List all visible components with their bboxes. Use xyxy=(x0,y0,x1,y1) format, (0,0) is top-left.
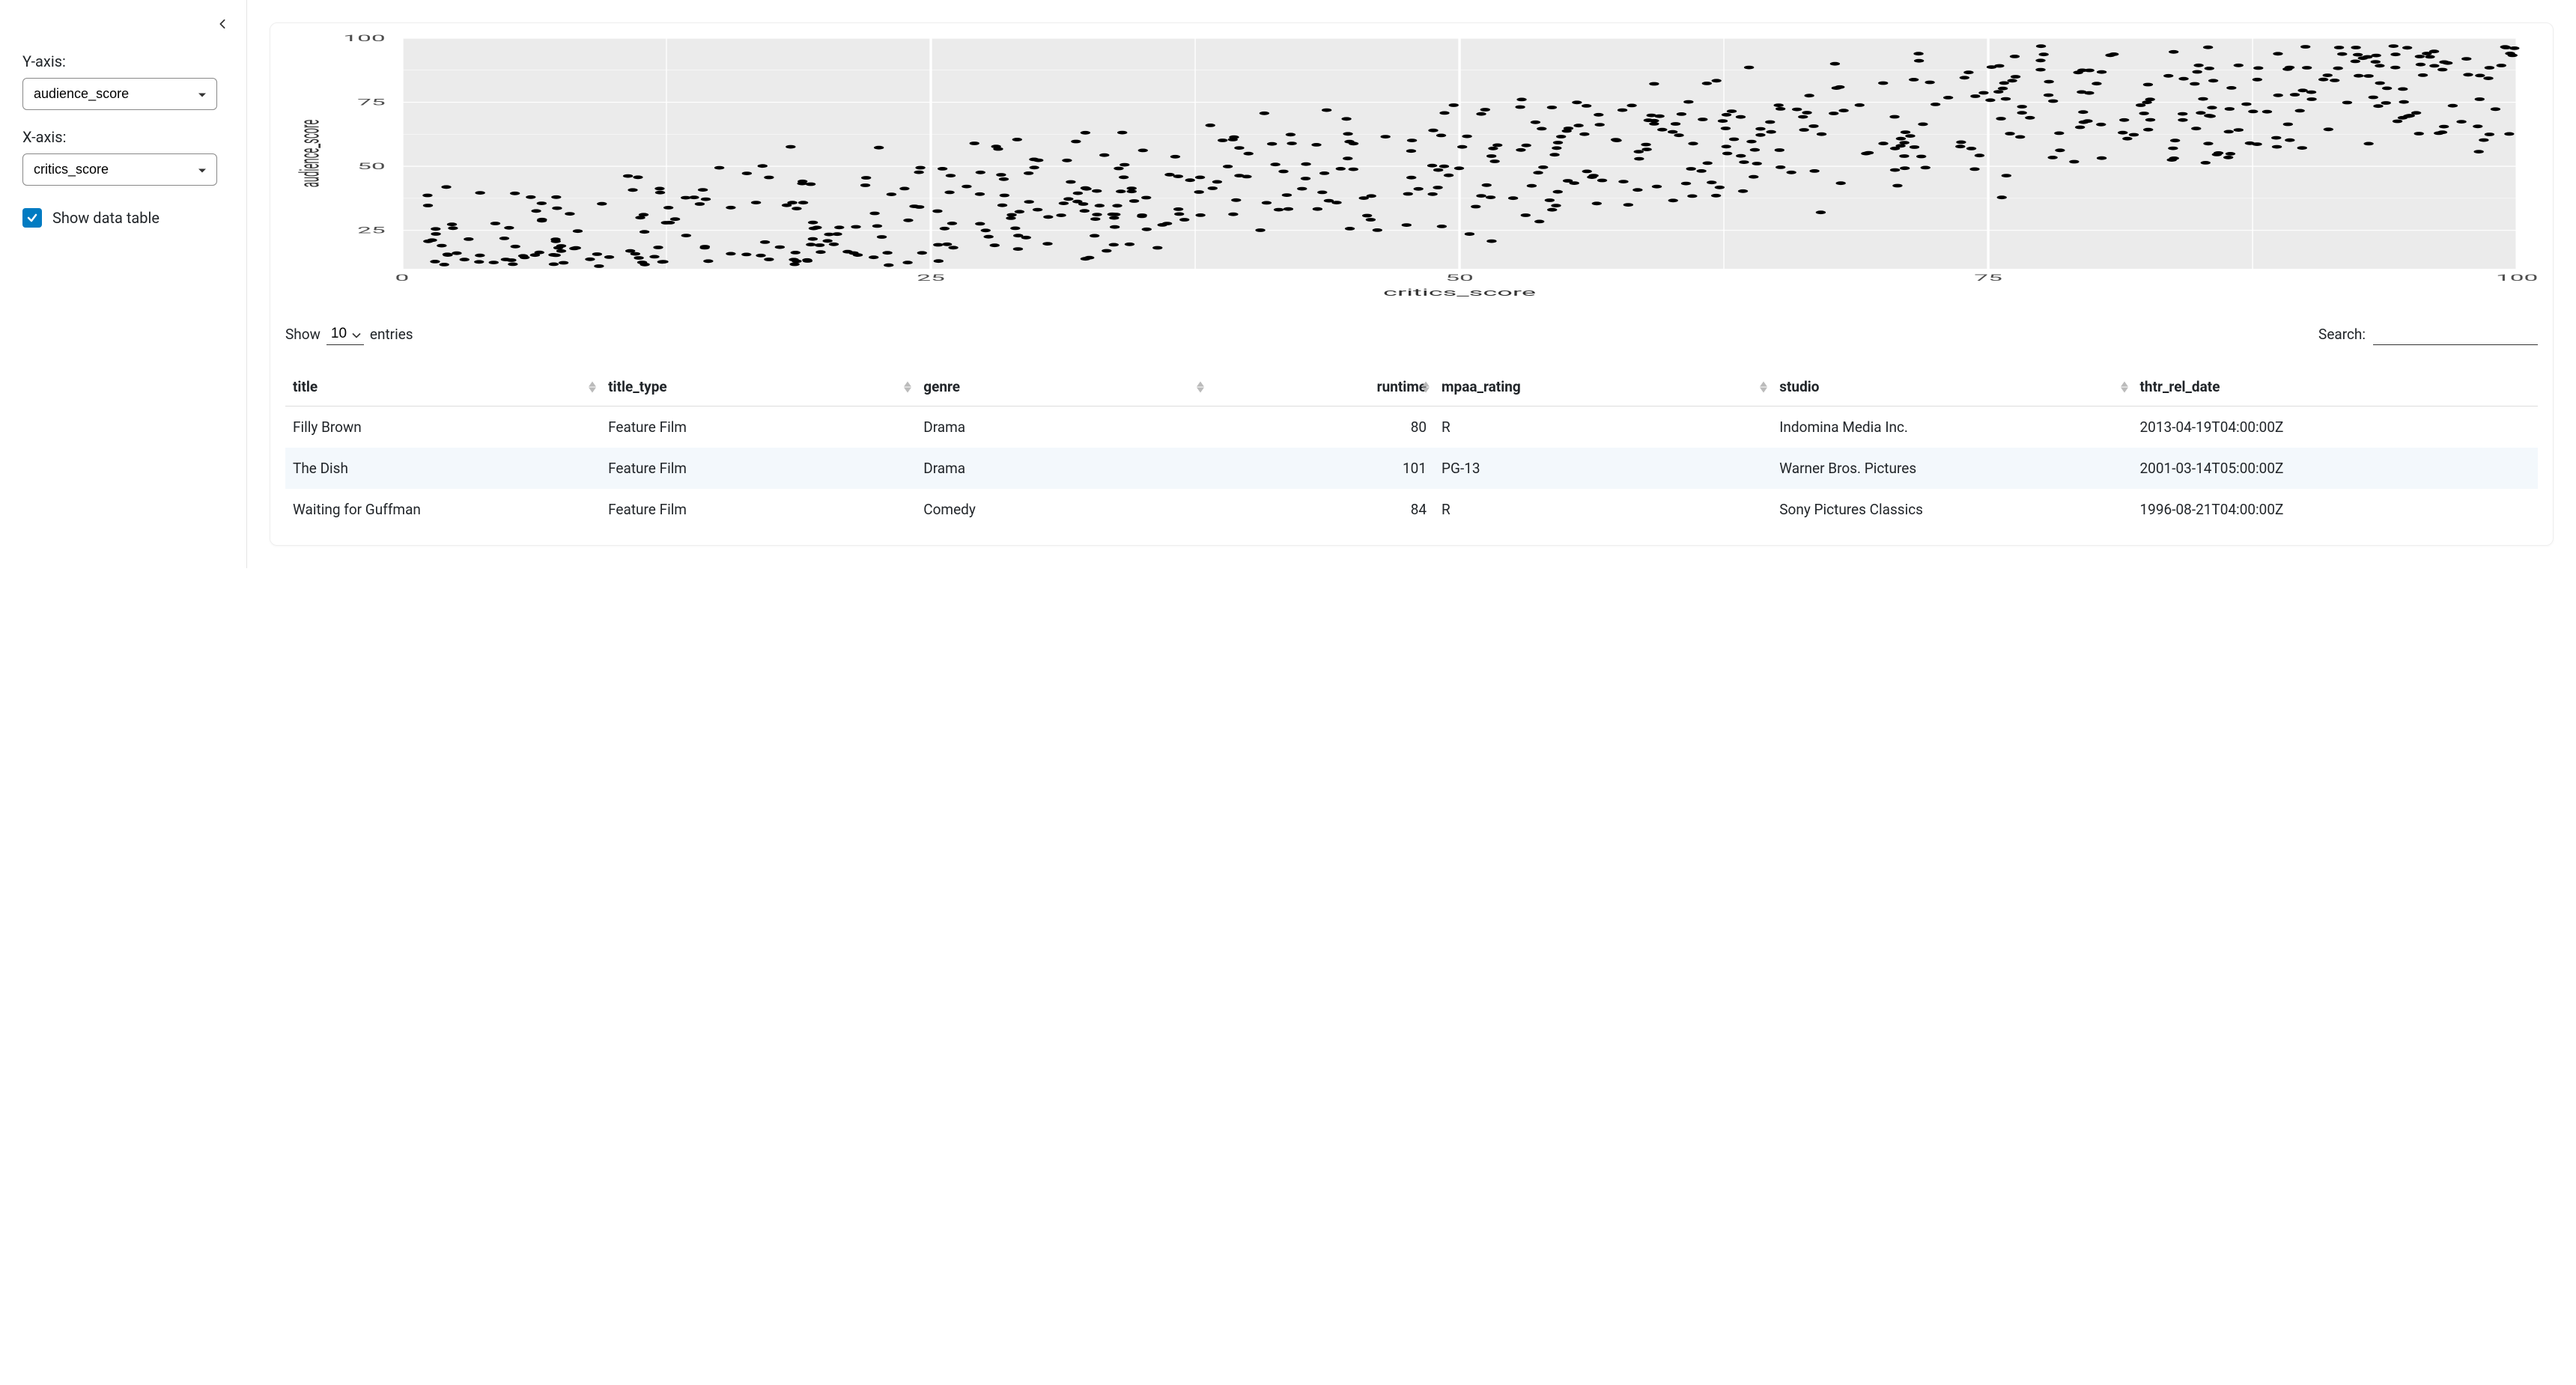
cell-title_type: Feature Film xyxy=(601,489,916,530)
cell-thtr_rel_date: 2013-04-19T04:00:00Z xyxy=(2133,407,2539,448)
cell-studio: Sony Pictures Classics xyxy=(1772,489,2132,530)
column-header-runtime[interactable]: runtime xyxy=(1209,368,1434,407)
dt-search-input[interactable] xyxy=(2373,323,2538,345)
column-header-mpaa_rating[interactable]: mpaa_rating xyxy=(1434,368,1772,407)
cell-genre: Drama xyxy=(916,407,1209,448)
cell-title_type: Feature Film xyxy=(601,407,916,448)
column-header-genre[interactable]: genre xyxy=(916,368,1209,407)
sort-icon xyxy=(904,381,911,392)
cell-title_type: Feature Film xyxy=(601,448,916,489)
show-table-checkbox[interactable] xyxy=(22,208,42,228)
sort-icon xyxy=(1422,381,1430,392)
cell-genre: Comedy xyxy=(916,489,1209,530)
svg-text:critics_score: critics_score xyxy=(1383,287,1536,298)
show-table-group: Show data table xyxy=(22,208,224,228)
x-axis-group: X-axis: xyxy=(22,128,224,186)
table-row: The DishFeature FilmDrama101PG-13Warner … xyxy=(285,448,2538,489)
dt-length-select[interactable]: 10 xyxy=(326,323,364,345)
data-table: titletitle_typegenreruntimempaa_ratingst… xyxy=(285,368,2538,530)
datatable-search: Search: xyxy=(2318,323,2538,345)
cell-mpaa_rating: PG-13 xyxy=(1434,448,1772,489)
sort-icon xyxy=(1760,381,1767,392)
cell-studio: Warner Bros. Pictures xyxy=(1772,448,2132,489)
cell-title: Waiting for Guffman xyxy=(285,489,601,530)
datatable-controls: Show 10 entries Search: xyxy=(285,323,2538,345)
cell-thtr_rel_date: 1996-08-21T04:00:00Z xyxy=(2133,489,2539,530)
sidebar: Y-axis: X-axis: Show data table xyxy=(0,0,247,568)
column-header-title_type[interactable]: title_type xyxy=(601,368,916,407)
svg-text:25: 25 xyxy=(357,225,386,236)
sort-icon xyxy=(589,381,596,392)
column-header-studio[interactable]: studio xyxy=(1772,368,2132,407)
cell-studio: Indomina Media Inc. xyxy=(1772,407,2132,448)
datatable-length: Show 10 entries xyxy=(285,323,413,345)
y-axis-group: Y-axis: xyxy=(22,52,224,110)
output-card: 0 25 50 75 100 25 50 75 100 critics_score audience… xyxy=(270,22,2554,546)
svg-text:75: 75 xyxy=(357,97,386,108)
svg-text:50: 50 xyxy=(1445,273,1474,283)
cell-thtr_rel_date: 2001-03-14T05:00:00Z xyxy=(2133,448,2539,489)
table-row: Waiting for GuffmanFeature FilmComedy84R… xyxy=(285,489,2538,530)
x-axis-label: X-axis: xyxy=(22,128,224,146)
svg-text:100: 100 xyxy=(343,33,385,43)
svg-text:25: 25 xyxy=(917,273,945,283)
dt-length-prefix: Show xyxy=(285,326,321,343)
cell-runtime: 84 xyxy=(1209,489,1434,530)
scatter-plot: 0 25 50 75 100 25 50 75 100 critics_score audience… xyxy=(285,31,2538,300)
cell-title: Filly Brown xyxy=(285,407,601,448)
cell-title: The Dish xyxy=(285,448,601,489)
sidebar-collapse-button[interactable] xyxy=(212,13,233,34)
dt-length-suffix: entries xyxy=(370,326,413,343)
cell-runtime: 101 xyxy=(1209,448,1434,489)
check-icon xyxy=(26,212,38,224)
cell-runtime: 80 xyxy=(1209,407,1434,448)
table-row: Filly BrownFeature FilmDrama80RIndomina … xyxy=(285,407,2538,448)
cell-mpaa_rating: R xyxy=(1434,407,1772,448)
sort-icon xyxy=(2121,381,2128,392)
column-header-title[interactable]: title xyxy=(285,368,601,407)
cell-mpaa_rating: R xyxy=(1434,489,1772,530)
cell-genre: Drama xyxy=(916,448,1209,489)
svg-text:audience_score: audience_score xyxy=(294,120,326,187)
column-header-thtr_rel_date[interactable]: thtr_rel_date xyxy=(2133,368,2539,407)
svg-text:75: 75 xyxy=(1974,273,2002,283)
dt-search-label: Search: xyxy=(2318,326,2366,343)
sort-icon xyxy=(1197,381,1204,392)
chevron-left-icon xyxy=(217,19,228,29)
svg-text:100: 100 xyxy=(2496,273,2538,283)
y-axis-label: Y-axis: xyxy=(22,52,224,70)
y-axis-select[interactable] xyxy=(22,78,217,110)
x-axis-select[interactable] xyxy=(22,153,217,186)
main-panel: 0 25 50 75 100 25 50 75 100 critics_score audience… xyxy=(247,0,2576,568)
show-table-label[interactable]: Show data table xyxy=(52,209,160,227)
svg-text:50: 50 xyxy=(357,162,386,172)
svg-text:0: 0 xyxy=(395,273,410,283)
